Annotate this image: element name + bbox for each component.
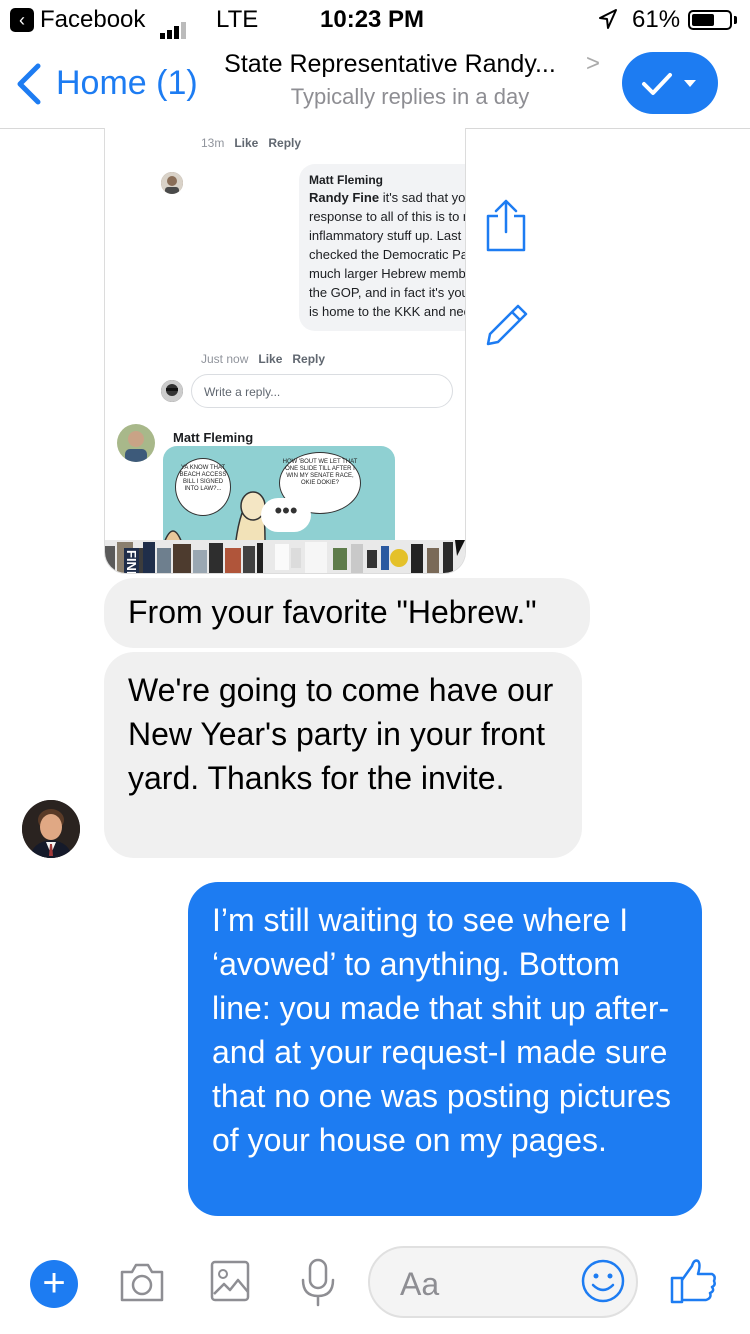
clock: 10:23 PM	[320, 6, 425, 33]
comment-meta-top: 13m Like Reply	[201, 136, 302, 150]
message-input[interactable]: Aa	[368, 1246, 638, 1318]
outgoing-message[interactable]: I’m still waiting to see where I ‘avowed…	[188, 882, 702, 1216]
conversation-title[interactable]: State Representative Randy...	[200, 50, 580, 79]
gallery-icon[interactable]	[210, 1260, 250, 1307]
back-to-app-icon[interactable]: ‹	[10, 8, 34, 32]
contact-avatar[interactable]	[22, 800, 80, 858]
thumbs-up-icon[interactable]	[668, 1256, 718, 1311]
battery-percent: 61%	[632, 6, 681, 33]
title-chevron-icon[interactable]: >	[586, 50, 600, 78]
strip-sign: FINE	[124, 548, 139, 573]
share-icon[interactable]	[484, 198, 528, 259]
comment-author: Matt Fleming	[309, 173, 383, 187]
photo-thumbnail-strip	[105, 540, 465, 573]
incoming-message[interactable]: We're going to come have our New Year's …	[104, 652, 582, 858]
edit-pencil-icon[interactable]	[484, 300, 532, 353]
shared-screenshot[interactable]: 13m Like Reply Matt Fleming Randy Fine it'…	[104, 128, 466, 574]
comment-mention: Randy Fine	[309, 190, 380, 205]
signal-icon	[160, 11, 188, 39]
battery-icon	[688, 10, 732, 30]
typing-indicator: •••	[261, 498, 311, 532]
back-button[interactable]: Home (1)	[56, 64, 198, 103]
second-comment-author: Matt Fleming	[173, 430, 254, 445]
checkmark-icon	[642, 73, 696, 95]
message-composer: + Aa	[0, 1232, 750, 1334]
message-input-placeholder: Aa	[400, 1266, 440, 1302]
comment-meta: Just now Like Reply	[201, 352, 326, 366]
more-actions-button[interactable]: +	[30, 1260, 78, 1308]
network-type: LTE	[216, 6, 259, 33]
microphone-icon[interactable]	[298, 1258, 338, 1313]
status-bar: ‹ Facebook LTE 10:23 PM 61%	[0, 0, 750, 40]
back-chevron-icon[interactable]	[14, 62, 44, 111]
conversation-subtitle: Typically replies in a day	[290, 84, 530, 109]
second-commenter-avatar	[117, 424, 155, 462]
battery-cap	[734, 16, 737, 24]
reply-avatar	[161, 380, 183, 402]
facebook-comment: Matt Fleming Randy Fine it's sad that yo…	[299, 164, 466, 331]
incoming-message[interactable]: From your favorite "Hebrew."	[104, 578, 590, 648]
emoji-icon[interactable]	[580, 1258, 626, 1309]
conversation-header: Home (1) State Representative Randy... >…	[0, 40, 750, 129]
commenter-avatar	[161, 172, 183, 194]
mark-done-button[interactable]	[622, 52, 718, 114]
location-arrow-icon	[598, 8, 618, 36]
write-reply-field: Write a reply...	[191, 374, 453, 408]
back-to-app-label[interactable]: Facebook	[40, 6, 145, 34]
comment-text: it's sad that your only response to all …	[309, 190, 466, 319]
camera-icon[interactable]	[118, 1260, 166, 1309]
cartoon-left-bubble: YA KNOW THAT BEACH ACCESS BILL I SIGNED …	[175, 458, 231, 516]
